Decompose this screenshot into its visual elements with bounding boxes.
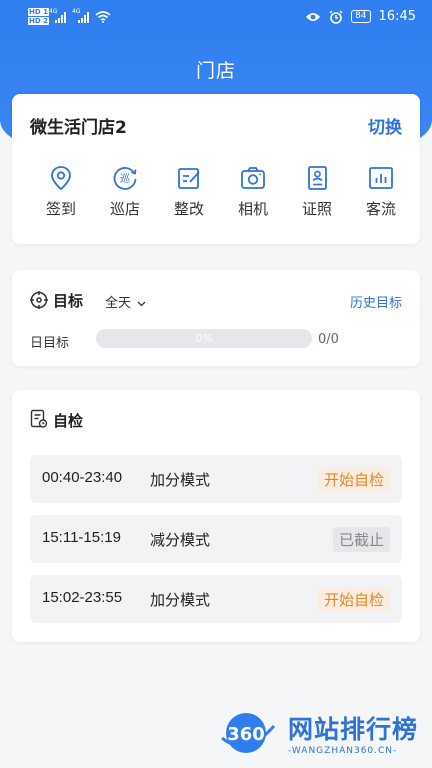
hd1-badge: HD 1 xyxy=(28,8,49,16)
self-check-time: 00:40-23:40 xyxy=(42,469,123,486)
self-check-time: 15:11-15:19 xyxy=(42,529,121,546)
target-title: 目标 xyxy=(53,292,84,310)
action-camera[interactable]: 相机 xyxy=(222,164,284,219)
watermark-logo: 360 xyxy=(221,713,276,753)
daily-target-progress: 0% xyxy=(96,329,312,348)
status-bar: HD 1 HD 2 4G 4G 84 16:45 xyxy=(0,0,432,36)
self-check-mode: 减分模式 xyxy=(150,531,211,549)
status-left: HD 1 HD 2 4G 4G xyxy=(28,8,111,26)
action-license-label: 证照 xyxy=(301,200,332,218)
action-license[interactable]: 证照 xyxy=(286,164,348,219)
network-type-2: 4G xyxy=(71,8,81,15)
wifi-icon xyxy=(95,11,111,23)
action-patrol[interactable]: 巡 巡店 xyxy=(94,164,156,219)
start-check-button[interactable]: 开始自检 xyxy=(317,467,390,492)
store-card: 微生活门店2 切换 签到 巡 巡店 整改 相机 证照 客流 xyxy=(12,94,420,244)
status-right: 84 16:45 xyxy=(305,9,416,24)
page-title: 门店 xyxy=(195,60,236,82)
edit-document-icon xyxy=(178,168,200,189)
closed-status-badge: 已截止 xyxy=(332,527,390,552)
action-patrol-label: 巡店 xyxy=(109,200,140,218)
target-card: 目标 全天 历史目标 日目标 0% 0/0 xyxy=(12,270,420,366)
checklist-icon xyxy=(30,409,48,428)
switch-store-button[interactable]: 切换 xyxy=(368,113,402,138)
daily-target-label: 日目标 xyxy=(30,336,70,351)
action-checkin[interactable]: 签到 xyxy=(30,164,92,219)
action-rectify-label: 整改 xyxy=(173,200,204,218)
signal-1-icon: 4G xyxy=(49,8,66,23)
hd2-badge: HD 2 xyxy=(28,17,49,25)
hd-indicator: HD 1 HD 2 xyxy=(28,8,49,26)
chevron-down-icon xyxy=(137,301,146,306)
target-period-dropdown[interactable]: 全天 xyxy=(105,292,146,311)
bar-chart-icon xyxy=(369,167,393,189)
history-targets-link[interactable]: 历史目标 xyxy=(350,292,402,311)
action-traffic-label: 客流 xyxy=(365,200,396,218)
self-check-mode: 加分模式 xyxy=(150,591,211,609)
watermark: 360 网站排行榜 -WANGZHAN360.CN- xyxy=(218,702,428,762)
watermark-logo-text: 360 xyxy=(227,724,265,745)
alarm-icon xyxy=(329,10,343,24)
action-checkin-label: 签到 xyxy=(45,200,76,218)
self-check-row[interactable]: 15:11-15:19 减分模式 已截止 xyxy=(30,515,402,563)
action-traffic[interactable]: 客流 xyxy=(350,164,412,219)
start-check-button[interactable]: 开始自检 xyxy=(317,587,390,612)
patrol-icon: 巡 xyxy=(113,167,137,190)
location-pin-icon xyxy=(51,166,71,191)
store-actions: 签到 巡 巡店 整改 相机 证照 客流 xyxy=(12,164,420,219)
battery-indicator: 84 xyxy=(351,10,371,23)
daily-target-count: 0/0 xyxy=(318,332,339,347)
self-check-row[interactable]: 15:02-23:55 加分模式 开始自检 xyxy=(30,575,402,623)
action-camera-label: 相机 xyxy=(237,200,268,218)
watermark-subtext: -WANGZHAN360.CN- xyxy=(288,746,398,756)
id-card-icon xyxy=(308,166,327,190)
progress-text: 0% xyxy=(195,332,213,345)
target-period-value: 全天 xyxy=(105,296,132,311)
network-type-1: 4G xyxy=(48,8,58,15)
clock: 16:45 xyxy=(378,9,416,24)
self-check-card: 自检 00:40-23:40 加分模式 开始自检 15:11-15:19 减分模… xyxy=(12,390,420,642)
self-check-title: 自检 xyxy=(53,412,84,430)
action-rectify[interactable]: 整改 xyxy=(158,164,220,219)
self-check-time: 15:02-23:55 xyxy=(42,589,123,606)
self-check-mode: 加分模式 xyxy=(150,471,211,489)
watermark-text: 网站排行榜 xyxy=(288,715,419,744)
store-name: 微生活门店2 xyxy=(30,118,127,138)
self-check-row[interactable]: 00:40-23:40 加分模式 开始自检 xyxy=(30,455,402,503)
target-icon xyxy=(30,291,48,309)
eye-icon xyxy=(306,12,321,21)
signal-2-icon: 4G xyxy=(72,8,89,23)
patrol-glyph: 巡 xyxy=(120,173,130,185)
camera-icon xyxy=(241,167,265,189)
